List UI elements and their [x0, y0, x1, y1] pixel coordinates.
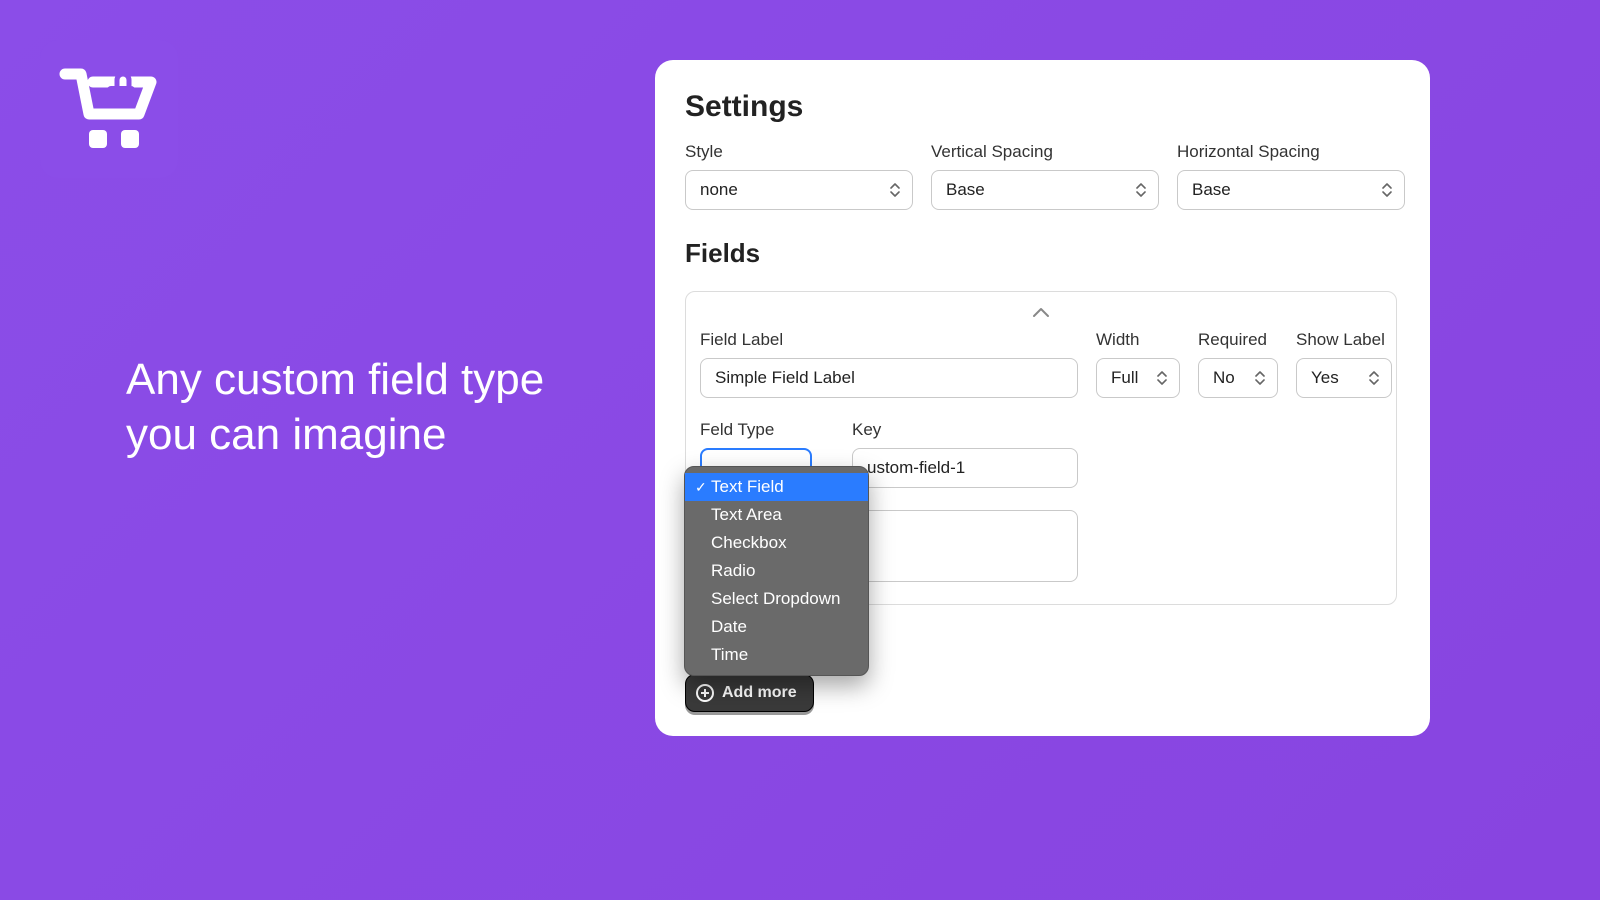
field-label-label: Field Label	[700, 330, 1078, 350]
horizontal-spacing-label: Horizontal Spacing	[1177, 142, 1405, 162]
field-label-value: Simple Field Label	[715, 368, 855, 388]
select-stepper-icon	[1253, 369, 1267, 387]
vertical-spacing-label: Vertical Spacing	[931, 142, 1159, 162]
show-label-value: Yes	[1311, 368, 1339, 388]
option-label: Checkbox	[711, 533, 787, 553]
style-select[interactable]: none	[685, 170, 913, 210]
collapse-toggle[interactable]	[700, 306, 1382, 324]
check-icon: ✓	[695, 479, 711, 496]
select-stepper-icon	[1380, 181, 1394, 199]
required-value: No	[1213, 368, 1235, 388]
settings-title: Settings	[685, 90, 1400, 124]
style-label: Style	[685, 142, 913, 162]
option-label: Date	[711, 617, 747, 637]
width-label: Width	[1096, 330, 1180, 350]
select-stepper-icon	[1155, 369, 1169, 387]
add-more-label: Add more	[722, 684, 797, 702]
field-type-dropdown: ✓ Text Field Text Area Checkbox Radio Se…	[684, 466, 869, 676]
key-input[interactable]: ustom-field-1	[852, 448, 1078, 488]
headline-line-1: Any custom field type	[126, 355, 544, 404]
vertical-spacing-select[interactable]: Base	[931, 170, 1159, 210]
add-more-button[interactable]: Add more	[685, 674, 814, 712]
option-label: Text Area	[711, 505, 782, 525]
select-stepper-icon	[1367, 369, 1381, 387]
field-type-option-checkbox[interactable]: Checkbox	[685, 529, 868, 557]
field-type-option-select-dropdown[interactable]: Select Dropdown	[685, 585, 868, 613]
field-type-option-text-area[interactable]: Text Area	[685, 501, 868, 529]
vertical-spacing-value: Base	[946, 180, 985, 200]
horizontal-spacing-select[interactable]: Base	[1177, 170, 1405, 210]
key-value: ustom-field-1	[867, 458, 965, 478]
key-label: Key	[852, 420, 1078, 440]
option-label: Time	[711, 645, 748, 665]
chevron-up-icon	[1032, 307, 1050, 319]
required-label: Required	[1198, 330, 1278, 350]
show-label-label: Show Label	[1296, 330, 1392, 350]
field-type-option-radio[interactable]: Radio	[685, 557, 868, 585]
width-select[interactable]: Full	[1096, 358, 1180, 398]
app-logo	[40, 40, 178, 178]
width-value: Full	[1111, 368, 1138, 388]
cart-logo-icon	[59, 64, 159, 154]
settings-panel: Settings Style none Vertical Spacing Bas…	[655, 60, 1430, 736]
option-label: Select Dropdown	[711, 589, 840, 609]
option-label: Radio	[711, 561, 755, 581]
horizontal-spacing-value: Base	[1192, 180, 1231, 200]
select-stepper-icon	[888, 181, 902, 199]
field-label-input[interactable]: Simple Field Label	[700, 358, 1078, 398]
plus-circle-icon	[696, 684, 714, 702]
field-type-label: Feld Type	[700, 420, 834, 440]
option-label: Text Field	[711, 477, 784, 497]
marketing-headline: Any custom field type you can imagine	[126, 352, 544, 462]
style-select-value: none	[700, 180, 738, 200]
field-type-option-time[interactable]: Time	[685, 641, 868, 669]
show-label-select[interactable]: Yes	[1296, 358, 1392, 398]
fields-title: Fields	[685, 238, 1400, 269]
field-type-option-text-field[interactable]: ✓ Text Field	[685, 473, 868, 501]
headline-line-2: you can imagine	[126, 410, 446, 459]
field-type-option-date[interactable]: Date	[685, 613, 868, 641]
required-select[interactable]: No	[1198, 358, 1278, 398]
select-stepper-icon	[1134, 181, 1148, 199]
